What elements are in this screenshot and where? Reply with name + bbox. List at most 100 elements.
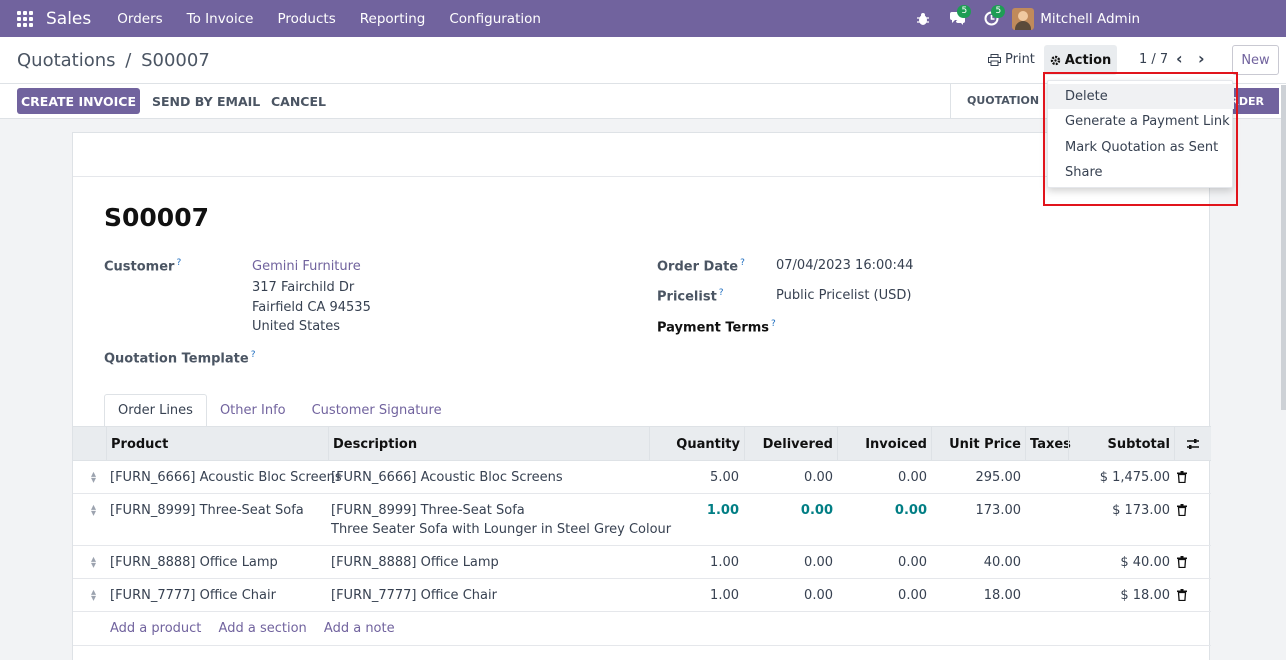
delete-row-trash-icon[interactable] <box>1177 589 1187 601</box>
table-row[interactable]: ▴ ▾ [FURN_8999] Three-Seat Sofa [FURN_899… <box>73 494 1211 546</box>
row-unit-price[interactable]: 18.00 <box>931 588 1021 603</box>
pricelist-value[interactable]: Public Pricelist (USD) <box>776 288 911 303</box>
new-button[interactable]: New <box>1232 45 1279 75</box>
delete-row-trash-icon[interactable] <box>1177 471 1187 483</box>
row-product[interactable]: [FURN_8999] Three-Seat Sofa <box>110 503 304 518</box>
drag-handle-icon[interactable]: ▴ ▾ <box>91 555 96 571</box>
user-name[interactable]: Mitchell Admin <box>1040 11 1140 27</box>
row-description[interactable]: [FURN_7777] Office Chair <box>331 588 497 603</box>
row-delivered[interactable]: 0.00 <box>744 470 833 485</box>
navbar-blank-area <box>1140 0 1286 37</box>
row-delivered[interactable]: 0.00 <box>744 555 833 570</box>
col-taxes[interactable]: Taxes <box>1025 427 1071 461</box>
breadcrumb-current: S00007 <box>141 50 210 71</box>
app-name[interactable]: Sales <box>46 9 91 29</box>
table-row[interactable]: ▴ ▾ [FURN_7777] Office Chair [FURN_7777] … <box>73 579 1211 612</box>
col-product[interactable]: Product <box>106 427 328 461</box>
quotation-template-label: Quotation Template? <box>104 350 256 367</box>
add-line-links: Add a product Add a section Add a note <box>110 621 408 636</box>
row-description-line2[interactable]: Three Seater Sofa with Lounger in Steel … <box>331 522 671 537</box>
row-description[interactable]: [FURN_6666] Acoustic Bloc Screens <box>331 470 563 485</box>
gear-icon <box>1050 55 1060 65</box>
activities-clock-icon[interactable]: 5 <box>974 0 1008 37</box>
row-quantity[interactable]: 1.00 <box>649 555 739 570</box>
row-invoiced[interactable]: 0.00 <box>837 503 927 518</box>
row-quantity[interactable]: 1.00 <box>649 588 739 603</box>
customer-address-line2: Fairfield CA 94535 <box>252 300 371 315</box>
row-product[interactable]: [FURN_8888] Office Lamp <box>110 555 278 570</box>
table-bottom-divider <box>73 645 1211 646</box>
messages-chat-icon[interactable]: 5 <box>940 0 974 37</box>
send-by-email-button[interactable]: SEND BY EMAIL <box>152 94 260 109</box>
breadcrumb-separator: / <box>125 50 132 71</box>
pager-previous-icon[interactable]: ‹ <box>1176 49 1183 68</box>
row-subtotal: $ 1,475.00 <box>1099 470 1170 485</box>
col-description[interactable]: Description <box>328 427 649 461</box>
row-delivered[interactable]: 0.00 <box>744 503 833 518</box>
table-row[interactable]: ▴ ▾ [FURN_8888] Office Lamp [FURN_8888] O… <box>73 546 1211 579</box>
row-description[interactable]: [FURN_8999] Three-Seat Sofa <box>331 503 525 518</box>
debug-bug-icon[interactable] <box>906 0 940 37</box>
row-invoiced[interactable]: 0.00 <box>837 470 927 485</box>
breadcrumb-quotations[interactable]: Quotations <box>17 50 116 71</box>
printer-icon <box>988 53 1001 66</box>
menu-reporting[interactable]: Reporting <box>348 11 438 27</box>
help-icon: ? <box>250 350 256 360</box>
row-quantity[interactable]: 1.00 <box>649 503 739 518</box>
action-label: Action <box>1064 52 1112 68</box>
row-invoiced[interactable]: 0.00 <box>837 588 927 603</box>
tab-other-info[interactable]: Other Info <box>207 394 299 427</box>
row-delivered[interactable]: 0.00 <box>744 588 833 603</box>
row-description[interactable]: [FURN_8888] Office Lamp <box>331 555 499 570</box>
col-invoiced[interactable]: Invoiced <box>837 427 931 461</box>
user-avatar[interactable] <box>1012 7 1035 30</box>
add-product-link[interactable]: Add a product <box>110 621 201 636</box>
menu-to-invoice[interactable]: To Invoice <box>175 11 266 27</box>
stage-quotation[interactable]: QUOTATION <box>950 84 1055 118</box>
drag-handle-icon[interactable]: ▴ ▾ <box>91 588 96 604</box>
help-icon: ? <box>771 319 776 329</box>
row-product[interactable]: [FURN_7777] Office Chair <box>110 588 276 603</box>
pager-next-icon[interactable]: › <box>1198 49 1205 68</box>
delete-row-trash-icon[interactable] <box>1177 556 1187 568</box>
optional-columns-icon[interactable] <box>1174 427 1211 461</box>
drag-handle-icon[interactable]: ▴ ▾ <box>91 503 96 519</box>
add-section-link[interactable]: Add a section <box>219 621 307 636</box>
row-unit-price[interactable]: 295.00 <box>931 470 1022 485</box>
notebook-tabs: Order Lines Other Info Customer Signatur… <box>104 394 455 427</box>
sheet-divider <box>73 176 1211 177</box>
row-subtotal: $ 18.00 <box>1120 588 1170 603</box>
menu-orders[interactable]: Orders <box>105 11 174 27</box>
order-date-value[interactable]: 07/04/2023 16:00:44 <box>776 258 913 273</box>
page-scrollbar[interactable] <box>1281 85 1286 410</box>
col-quantity[interactable]: Quantity <box>649 427 744 461</box>
row-quantity[interactable]: 5.00 <box>649 470 739 485</box>
row-unit-price[interactable]: 40.00 <box>931 555 1021 570</box>
drag-handle-icon[interactable]: ▴ ▾ <box>91 470 96 486</box>
menu-products[interactable]: Products <box>265 11 347 27</box>
customer-address-line3: United States <box>252 319 341 334</box>
tab-customer-signature[interactable]: Customer Signature <box>299 394 455 427</box>
order-date-label: Order Date? <box>657 258 745 275</box>
row-invoiced[interactable]: 0.00 <box>837 555 927 570</box>
order-lines-header: Product Description Quantity Delivered I… <box>73 427 1211 461</box>
cancel-button[interactable]: CANCEL <box>271 94 326 109</box>
add-note-link[interactable]: Add a note <box>324 621 395 636</box>
row-product[interactable]: [FURN_6666] Acoustic Bloc Screens <box>110 470 342 485</box>
col-unit-price[interactable]: Unit Price <box>931 427 1025 461</box>
print-button[interactable]: Print <box>988 52 1035 67</box>
help-icon: ? <box>176 258 182 268</box>
col-delivered[interactable]: Delivered <box>744 427 837 461</box>
tab-order-lines[interactable]: Order Lines <box>104 394 207 427</box>
col-subtotal[interactable]: Subtotal <box>1068 427 1174 461</box>
table-row[interactable]: ▴ ▾ [FURN_6666] Acoustic Bloc Screens [FU… <box>73 461 1211 494</box>
pager-value[interactable]: 1 / 7 <box>1139 52 1168 67</box>
customer-name[interactable]: Gemini Furniture <box>252 259 361 274</box>
help-icon: ? <box>718 288 724 298</box>
create-invoice-button[interactable]: CREATE INVOICE <box>17 88 140 114</box>
delete-row-trash-icon[interactable] <box>1177 504 1187 516</box>
menu-configuration[interactable]: Configuration <box>437 11 553 27</box>
action-button[interactable]: Action <box>1044 45 1117 75</box>
row-unit-price[interactable]: 173.00 <box>931 503 1022 518</box>
apps-grid-icon[interactable] <box>17 10 33 27</box>
